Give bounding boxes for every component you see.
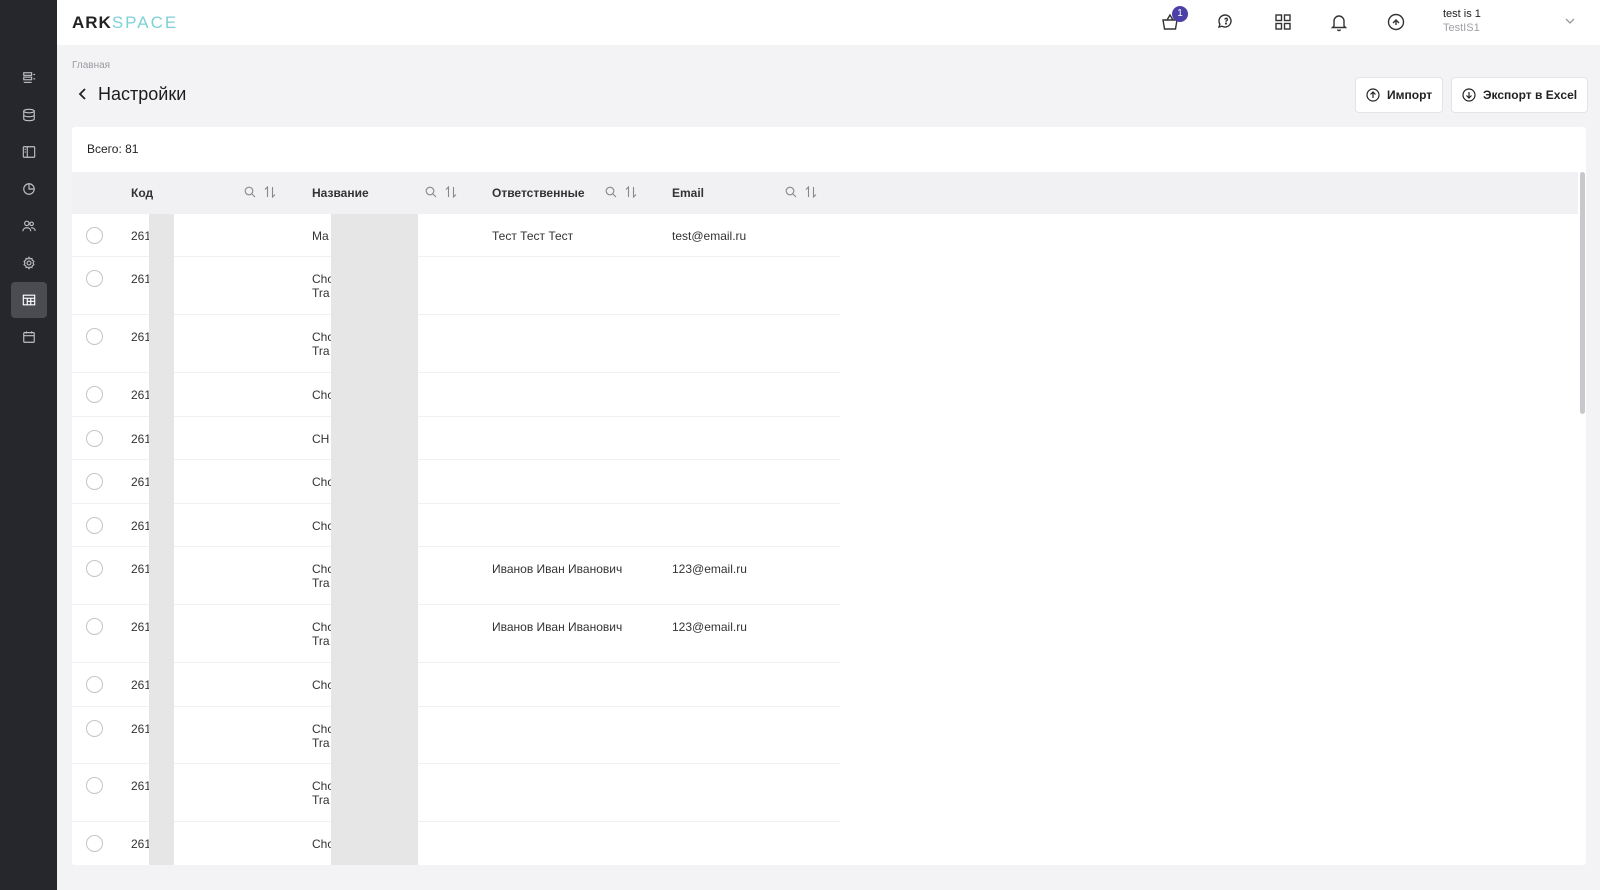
row-radio[interactable] xyxy=(86,618,103,635)
back-button[interactable] xyxy=(74,85,92,103)
search-icon[interactable] xyxy=(244,186,256,198)
sort-icon[interactable] xyxy=(264,186,276,198)
table-row[interactable]: 261 60Cho nalTra xyxy=(72,315,840,373)
users-icon xyxy=(22,220,36,232)
row-radio[interactable] xyxy=(86,227,103,244)
row-radio[interactable] xyxy=(86,270,103,287)
table-row[interactable]: 261 91CH xyxy=(72,417,840,460)
column-header-email: Email xyxy=(672,186,705,200)
table-row[interactable]: 261 01Cho xyxy=(72,460,840,504)
upload-icon xyxy=(1366,88,1380,102)
top-header: ARKSPACE 1 test is 1 TestIS1 xyxy=(57,0,1600,45)
sidebar-item-list[interactable] xyxy=(11,60,47,96)
cell-responsible: Тест Тест Тест xyxy=(492,229,574,243)
download-icon xyxy=(1462,88,1476,102)
row-radio[interactable] xyxy=(86,560,103,577)
chat-icon xyxy=(1217,14,1232,29)
search-icon[interactable] xyxy=(425,186,437,198)
chat-button[interactable] xyxy=(1214,10,1238,34)
sidebar-item-chart[interactable] xyxy=(11,171,47,207)
vertical-scrollbar[interactable] xyxy=(1578,172,1586,865)
row-radio[interactable] xyxy=(86,676,103,693)
table-row[interactable]: 261 50Cho onalTra xyxy=(72,257,840,315)
sidebar-item-panel[interactable] xyxy=(11,134,47,170)
table-row[interactable]: 261 02Cho xyxy=(72,504,840,547)
sidebar-item-database[interactable] xyxy=(11,97,47,133)
column-header-code: Код xyxy=(131,186,154,200)
chevron-left-icon xyxy=(78,88,86,100)
import-label: Импорт xyxy=(1387,88,1433,102)
cell-email: 123@email.ru xyxy=(672,620,747,634)
list-icon xyxy=(23,72,36,83)
table-row[interactable]: 261 70Cho nal xyxy=(72,822,840,865)
cell-responsible: Иванов Иван Иванович xyxy=(492,620,623,634)
search-icon[interactable] xyxy=(785,186,797,198)
notifications-button[interactable] xyxy=(1327,10,1351,34)
row-radio[interactable] xyxy=(86,517,103,534)
table-row[interactable]: 261 90Cho e xyxy=(72,373,840,417)
chevron-down-icon[interactable] xyxy=(1564,15,1576,27)
bell-icon xyxy=(1330,15,1348,32)
table-icon xyxy=(22,294,36,306)
row-radio[interactable] xyxy=(86,720,103,737)
search-icon[interactable] xyxy=(605,186,617,198)
row-radio[interactable] xyxy=(86,777,103,794)
table-row[interactable]: 261 10Cho onalTra xyxy=(72,707,840,764)
table-header: Код Название Ответственные Email xyxy=(72,172,1578,214)
export-label: Экспорт в Excel xyxy=(1483,88,1578,102)
database-icon xyxy=(23,108,35,122)
panel-icon xyxy=(22,146,36,158)
sort-icon[interactable] xyxy=(805,186,817,198)
sidebar-item-settings[interactable] xyxy=(11,245,47,281)
redaction-mask-code xyxy=(149,214,174,865)
gear-icon xyxy=(23,256,35,270)
table-card: Всего: 81 Код Название Ответственные Ema… xyxy=(72,127,1586,865)
logo-left: ARK xyxy=(72,13,112,32)
redaction-mask-name xyxy=(331,214,418,865)
table-row[interactable]: 261 82Cho zvitie xyxy=(72,663,840,707)
row-radio[interactable] xyxy=(86,386,103,403)
cell-email: 123@email.ru xyxy=(672,562,747,576)
sidebar xyxy=(0,0,57,890)
chart-icon xyxy=(23,183,35,195)
cart-button[interactable]: 1 xyxy=(1158,6,1188,34)
logo[interactable]: ARKSPACE xyxy=(72,13,178,33)
sync-button[interactable] xyxy=(1384,10,1408,34)
apps-button[interactable] xyxy=(1271,10,1295,34)
sort-icon[interactable] xyxy=(625,186,637,198)
total-count: Всего: 81 xyxy=(87,142,139,156)
import-button[interactable]: Импорт xyxy=(1355,77,1444,113)
table-row[interactable]: 261 30Cho onalTraИванов Иван Иванович123… xyxy=(72,605,840,663)
row-radio[interactable] xyxy=(86,835,103,852)
sync-icon xyxy=(1387,13,1405,31)
logo-right: SPACE xyxy=(111,13,179,32)
sidebar-item-users[interactable] xyxy=(11,208,47,244)
page-title: Настройки xyxy=(98,84,187,104)
column-header-name: Название xyxy=(312,186,369,200)
row-radio[interactable] xyxy=(86,430,103,447)
cell-email: test@email.ru xyxy=(672,229,747,243)
row-radio[interactable] xyxy=(86,473,103,490)
table-row[interactable]: 261 00Cho onalTraИванов Иван Иванович123… xyxy=(72,547,840,605)
breadcrumb[interactable]: Главная xyxy=(72,60,110,71)
cell-responsible: Иванов Иван Иванович xyxy=(492,562,623,576)
scrollbar-thumb[interactable] xyxy=(1580,172,1585,414)
calendar-icon xyxy=(23,331,35,343)
column-header-responsible: Ответственные xyxy=(492,186,585,200)
sidebar-item-table[interactable] xyxy=(11,282,47,318)
table-row[interactable]: 261 01Ma OSТест Тест Тестtest@email.ru xyxy=(72,214,840,257)
cart-badge: 1 xyxy=(1172,6,1188,22)
table-row[interactable]: 261 20Cho onalTra xyxy=(72,764,840,822)
grid-icon xyxy=(1275,14,1291,30)
export-excel-button[interactable]: Экспорт в Excel xyxy=(1451,77,1589,113)
sort-icon[interactable] xyxy=(445,186,457,198)
sidebar-item-calendar[interactable] xyxy=(11,319,47,355)
row-radio[interactable] xyxy=(86,328,103,345)
